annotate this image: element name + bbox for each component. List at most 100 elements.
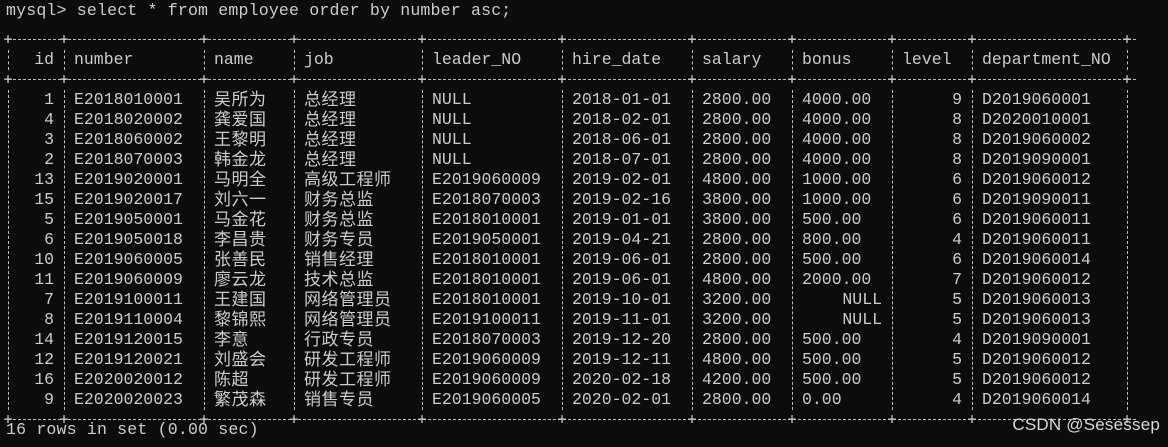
table-cell-name: 刘盛会 xyxy=(214,350,267,370)
table-corner-plus: + xyxy=(887,30,897,48)
table-cell-id: 11 xyxy=(34,270,54,289)
watermark: CSDN @Sesessep xyxy=(1012,415,1160,434)
table-cell-department-no: D2019060013 xyxy=(982,310,1091,329)
table-cell-number: E2018070003 xyxy=(74,150,183,169)
table-cell-department-no: D2019090001 xyxy=(982,330,1091,349)
table-cell-bonus: 500.00 xyxy=(802,210,862,229)
column-divider xyxy=(422,50,423,70)
table-cell-bonus: 500.00 xyxy=(802,330,862,349)
table-cell-id: 5 xyxy=(44,210,54,229)
table-corner-plus: + xyxy=(1122,70,1132,88)
column-divider xyxy=(562,50,563,70)
table-corner-plus: + xyxy=(687,410,697,428)
column-header-level: level xyxy=(902,50,952,69)
column-divider xyxy=(1127,90,1128,410)
table-cell-department-no: D2019060013 xyxy=(982,290,1091,309)
column-divider xyxy=(422,90,423,410)
table-cell-hire-date: 2019-12-11 xyxy=(572,350,672,369)
table-cell-department-no: D2019060012 xyxy=(982,170,1091,189)
table-cell-number: E2019050018 xyxy=(74,230,183,249)
table-cell-hire-date: 2019-12-20 xyxy=(572,330,672,349)
table-cell-salary: 4200.00 xyxy=(702,370,772,389)
table-corner-plus: + xyxy=(787,70,797,88)
table-cell-department-no: D2019060001 xyxy=(982,90,1091,109)
table-cell-job: 财务总监 xyxy=(304,190,374,210)
table-cell-level: 5 xyxy=(952,350,962,369)
table-cell-hire-date: 2019-06-01 xyxy=(572,270,672,289)
table-cell-number: E2019120021 xyxy=(74,350,183,369)
table-cell-bonus: 800.00 xyxy=(802,230,862,249)
table-corner-plus: + xyxy=(289,70,299,88)
table-cell-salary: 2800.00 xyxy=(702,250,772,269)
table-cell-bonus: NULL xyxy=(842,310,882,329)
table-cell-salary: 3800.00 xyxy=(702,210,772,229)
table-cell-id: 7 xyxy=(44,290,54,309)
table-cell-job: 网络管理员 xyxy=(304,290,392,310)
table-cell-name: 马明全 xyxy=(214,170,267,190)
table-cell-job: 行政专员 xyxy=(304,330,374,350)
table-cell-hire-date: 2019-02-16 xyxy=(572,190,672,209)
table-corner-plus: + xyxy=(687,30,697,48)
column-divider xyxy=(792,50,793,70)
column-divider xyxy=(892,90,893,410)
table-cell-salary: 3200.00 xyxy=(702,290,772,309)
table-cell-level: 6 xyxy=(952,250,962,269)
table-cell-department-no: D2019060012 xyxy=(982,350,1091,369)
table-cell-job: 研发工程师 xyxy=(304,350,392,370)
terminal-window[interactable]: mysql> select * from employee order by n… xyxy=(3,0,1168,447)
table-cell-name: 王建国 xyxy=(214,290,267,310)
table-cell-name: 陈超 xyxy=(214,370,249,390)
table-cell-id: 12 xyxy=(34,350,54,369)
table-cell-level: 6 xyxy=(952,190,962,209)
table-cell-id: 16 xyxy=(34,370,54,389)
result-summary: 16 rows in set (0.00 sec) xyxy=(6,420,259,439)
column-divider xyxy=(972,50,973,70)
table-cell-salary: 2800.00 xyxy=(702,330,772,349)
table-corner-plus: + xyxy=(199,70,209,88)
table-cell-level: 5 xyxy=(952,310,962,329)
table-cell-department-no: D2020010001 xyxy=(982,110,1091,129)
table-cell-name: 张善民 xyxy=(214,250,267,270)
table-corner-plus: + xyxy=(3,70,13,88)
column-divider xyxy=(792,90,793,410)
table-cell-leader-no: E2019050001 xyxy=(432,230,541,249)
table-cell-department-no: D2019060014 xyxy=(982,390,1091,409)
table-corner-plus: + xyxy=(59,70,69,88)
table-cell-leader-no: E2019060009 xyxy=(432,170,541,189)
table-cell-leader-no: E2019100011 xyxy=(432,310,541,329)
table-cell-level: 6 xyxy=(952,170,962,189)
column-divider xyxy=(64,90,65,410)
table-cell-id: 14 xyxy=(34,330,54,349)
table-cell-leader-no: E2018070003 xyxy=(432,190,541,209)
column-divider xyxy=(8,90,9,410)
table-cell-id: 6 xyxy=(44,230,54,249)
table-corner-plus: + xyxy=(967,30,977,48)
table-cell-name: 李昌贵 xyxy=(214,230,267,250)
column-header-salary: salary xyxy=(702,50,762,69)
table-cell-leader-no: E2018010001 xyxy=(432,270,541,289)
table-cell-department-no: D2019090001 xyxy=(982,150,1091,169)
table-cell-name: 韩金龙 xyxy=(214,150,267,170)
table-cell-salary: 4800.00 xyxy=(702,350,772,369)
column-divider xyxy=(8,50,9,70)
column-divider xyxy=(692,90,693,410)
table-cell-department-no: D2019090011 xyxy=(982,190,1091,209)
column-header-number: number xyxy=(74,50,134,69)
table-cell-number: E2020020012 xyxy=(74,370,183,389)
column-divider xyxy=(64,50,65,70)
table-corner-plus: + xyxy=(3,30,13,48)
column-divider xyxy=(892,50,893,70)
table-cell-job: 技术总监 xyxy=(304,270,374,290)
table-cell-leader-no: E2019060005 xyxy=(432,390,541,409)
table-corner-plus: + xyxy=(417,70,427,88)
column-divider xyxy=(692,50,693,70)
table-corner-plus: + xyxy=(417,30,427,48)
table-corner-plus: + xyxy=(887,70,897,88)
table-cell-hire-date: 2019-06-01 xyxy=(572,250,672,269)
column-header-department-no: department_NO xyxy=(982,50,1111,69)
table-cell-leader-no: NULL xyxy=(432,150,472,169)
table-cell-bonus: 0.00 xyxy=(802,390,842,409)
table-cell-name: 繁茂森 xyxy=(214,390,267,410)
column-header-bonus: bonus xyxy=(802,50,852,69)
table-cell-hire-date: 2018-01-01 xyxy=(572,90,672,109)
